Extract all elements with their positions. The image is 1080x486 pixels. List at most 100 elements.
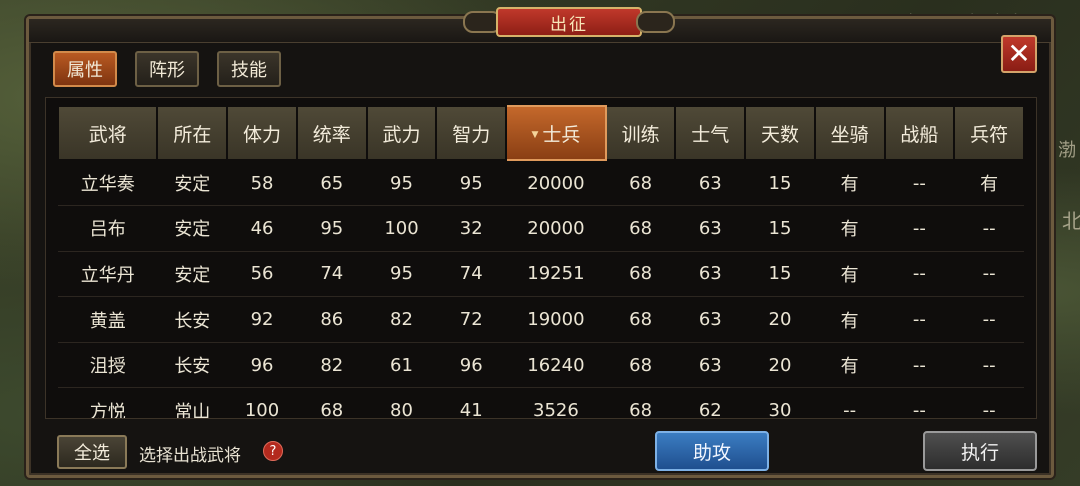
table-cell: 长安 <box>157 342 228 389</box>
table-cell: 20000 <box>506 160 606 207</box>
table-cell: -- <box>884 160 955 207</box>
ornament-right <box>635 11 675 33</box>
table-cell: 63 <box>675 296 746 343</box>
table-cell: 68 <box>605 387 676 418</box>
dialog-title: 出征 <box>496 7 642 37</box>
tab-attributes[interactable]: 属性 <box>53 51 117 87</box>
table-cell: 46 <box>227 205 297 252</box>
column-header-label: 武力 <box>382 123 421 146</box>
column-header-label: 战船 <box>900 123 939 146</box>
column-header[interactable]: 天数 <box>744 105 816 161</box>
table-cell: 62 <box>675 387 746 418</box>
column-header[interactable]: 武将 <box>56 105 159 161</box>
table-header-row: 武将 所在 体力 统率 武力 智力 ▼ 士兵 训练 士气 天数 坐骑 战船 兵符 <box>56 105 1025 161</box>
column-header-label: 天数 <box>760 123 799 146</box>
column-header-label: 所在 <box>173 123 212 146</box>
tab-bar: 属性 阵形 技能 <box>53 51 281 87</box>
column-header[interactable]: 所在 <box>156 105 229 161</box>
table-cell: 72 <box>436 296 507 343</box>
column-header[interactable]: 兵符 <box>953 105 1025 161</box>
table-cell: 立华丹 <box>58 251 158 298</box>
table-cell: -- <box>814 387 885 418</box>
table-row[interactable]: 沮授 长安 96 82 61 96 16240 68 63 20 有 -- -- <box>58 342 1024 389</box>
column-header[interactable]: ▼ 士兵 <box>505 105 607 161</box>
column-header[interactable]: 坐骑 <box>813 105 886 161</box>
table-cell: 方悦 <box>58 387 158 418</box>
close-icon: ✕ <box>1007 37 1031 70</box>
table-cell: 32 <box>436 205 507 252</box>
table-body: 立华奏 安定 58 65 95 95 20000 68 63 15 有 -- 有吕布 安定 46 95 100 3… <box>58 160 1024 418</box>
general-table-container[interactable]: 武将 所在 体力 统率 武力 智力 ▼ 士兵 训练 士气 天数 坐骑 战船 兵符 立华奏 安定 58 65 95 9… <box>45 97 1037 419</box>
column-header[interactable]: 武力 <box>365 105 438 161</box>
table-cell: 41 <box>436 387 507 418</box>
table-cell: 63 <box>675 205 746 252</box>
select-hint: 选择出战武将 <box>139 446 241 466</box>
assist-button[interactable]: 助攻 <box>655 431 769 471</box>
table-row[interactable]: 吕布 安定 46 95 100 32 20000 68 63 15 有 -- -- <box>58 205 1024 252</box>
table-cell: 常山 <box>157 387 228 418</box>
table-row[interactable]: 方悦 常山 100 68 80 41 3526 68 62 30 -- -- -- <box>58 387 1024 418</box>
column-header-label: 坐骑 <box>830 123 869 146</box>
dispatch-dialog: 出征 ✕ 属性 阵形 技能 武将 所在 体力 统率 武力 智力 ▼ 士兵 训练 士气 天数 坐骑 战船兵… <box>26 7 1054 478</box>
title-ornament: 出征 <box>463 5 675 39</box>
column-header[interactable]: 训练 <box>604 105 677 161</box>
table-cell: 68 <box>605 296 676 343</box>
column-header[interactable]: 统率 <box>295 105 368 161</box>
table-cell: 有 <box>814 251 885 298</box>
help-icon[interactable]: ? <box>263 441 283 461</box>
table-cell: 95 <box>366 251 437 298</box>
column-header[interactable]: 士气 <box>674 105 747 161</box>
table-cell: 19000 <box>506 296 606 343</box>
table-row[interactable]: 立华奏 安定 58 65 95 95 20000 68 63 15 有 -- 有 <box>58 160 1024 207</box>
tab-skills[interactable]: 技能 <box>217 51 281 87</box>
table-cell: 立华奏 <box>58 160 158 207</box>
table-cell: 95 <box>366 160 437 207</box>
table-cell: 黄盖 <box>58 296 158 343</box>
close-button[interactable]: ✕ <box>1001 35 1037 73</box>
table-cell: 有 <box>814 160 885 207</box>
bottom-bar: 全选 选择出战武将 ? 助攻 执行 <box>29 431 1051 477</box>
table-cell: 74 <box>296 251 367 298</box>
table-cell: 15 <box>745 251 815 298</box>
execute-button[interactable]: 执行 <box>923 431 1037 471</box>
column-header-label: 体力 <box>243 123 282 146</box>
table-cell: -- <box>954 296 1024 343</box>
table-cell: 68 <box>605 251 676 298</box>
table-row[interactable]: 黄盖 长安 92 86 82 72 19000 68 63 20 有 -- -- <box>58 296 1024 343</box>
select-all-button[interactable]: 全选 <box>57 435 127 469</box>
table-cell: 20000 <box>506 205 606 252</box>
column-header[interactable]: 智力 <box>435 105 508 161</box>
column-header[interactable]: 体力 <box>226 105 298 161</box>
table-cell: 16240 <box>506 342 606 389</box>
table-cell: 58 <box>227 160 297 207</box>
table-cell: 56 <box>227 251 297 298</box>
table-cell: 68 <box>296 387 367 418</box>
tab-formation[interactable]: 阵形 <box>135 51 199 87</box>
table-cell: 96 <box>227 342 297 389</box>
sort-arrow-icon: ▼ <box>531 130 539 140</box>
table-cell: -- <box>884 296 955 343</box>
table-row[interactable]: 立华丹 安定 56 74 95 74 19251 68 63 15 有 -- -- <box>58 251 1024 298</box>
column-header-label: 训练 <box>621 123 660 146</box>
table-cell: -- <box>954 251 1024 298</box>
table-cell: -- <box>954 205 1024 252</box>
table-cell: 长安 <box>157 296 228 343</box>
table-cell: 有 <box>954 160 1024 207</box>
column-header[interactable]: 战船 <box>883 105 956 161</box>
map-place-label: 渤 <box>1058 140 1076 161</box>
column-header-label: 士兵 <box>542 123 581 146</box>
table-cell: 61 <box>366 342 437 389</box>
table-cell: 30 <box>745 387 815 418</box>
table-cell: 100 <box>366 205 437 252</box>
column-header-label: 统率 <box>312 123 351 146</box>
column-header-label: 智力 <box>452 123 491 146</box>
table-cell: 82 <box>296 342 367 389</box>
table-cell: 15 <box>745 160 815 207</box>
column-header-label: 兵符 <box>970 123 1009 146</box>
table-cell: 63 <box>675 342 746 389</box>
table-cell: 86 <box>296 296 367 343</box>
general-table: 武将 所在 体力 统率 武力 智力 ▼ 士兵 训练 士气 天数 坐骑 战船 兵符 立华奏 安定 58 65 95 9… <box>56 105 1025 418</box>
table-cell: 68 <box>605 205 676 252</box>
table-cell: -- <box>884 342 955 389</box>
table-cell: -- <box>884 387 955 418</box>
